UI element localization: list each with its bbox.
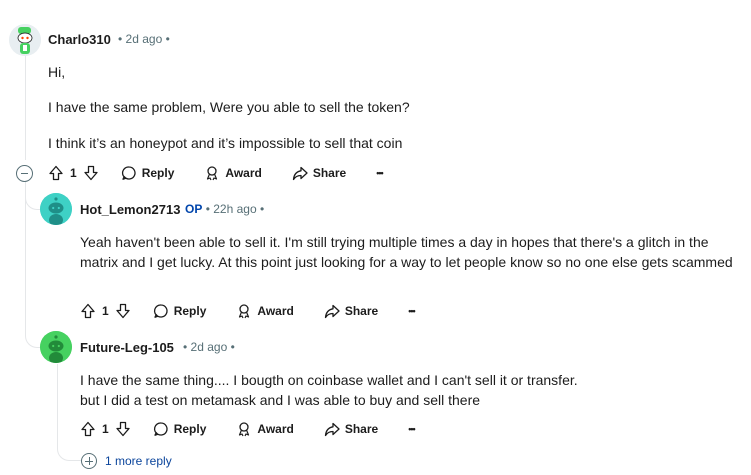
award-icon [207, 166, 218, 181]
comment-meta: OP • 22h ago • [185, 202, 264, 216]
comment-paragraph: Yeah haven't been able to sell it. I'm s… [80, 234, 733, 270]
award-icon [239, 304, 250, 319]
share-label: Share [312, 166, 347, 180]
share-icon [324, 422, 340, 437]
more-options-button[interactable]: ••• [408, 424, 416, 434]
comment-author[interactable]: Charlo310 [48, 32, 111, 47]
comment-icon [153, 304, 168, 318]
vote-count: 1 [102, 422, 109, 436]
snoo-avatar-icon [40, 331, 72, 363]
reply-button[interactable]: Reply [121, 165, 175, 181]
award-button[interactable]: Award [236, 303, 294, 319]
avatar[interactable] [40, 193, 72, 225]
reply-label: Reply [173, 422, 207, 436]
comment-meta: • 2d ago • [118, 32, 170, 46]
award-button[interactable]: Award [204, 165, 262, 181]
downvote-button[interactable] [83, 165, 99, 181]
vote-count: 1 [102, 304, 109, 318]
comment-paragraph: I think it’s an honeypot and it’s imposs… [48, 135, 403, 151]
avatar[interactable] [9, 24, 41, 56]
share-button[interactable]: Share [292, 165, 346, 181]
comment-author[interactable]: Future-Leg-105 [80, 340, 174, 355]
share-button[interactable]: Share [324, 303, 378, 319]
thread-connector [25, 190, 41, 210]
upvote-button[interactable] [80, 303, 96, 319]
award-icon [239, 422, 250, 437]
op-badge: OP [185, 202, 203, 216]
comment-actions: 1 Reply Award Share ••• [80, 299, 416, 323]
upvote-button[interactable] [80, 421, 96, 437]
comment-icon [153, 422, 168, 436]
comment-paragraph: Hi, [48, 64, 66, 80]
comment-paragraph: I have the same problem, Were you able t… [48, 99, 410, 115]
snoo-avatar-icon [40, 193, 72, 225]
share-label: Share [344, 304, 379, 318]
thread-connector [57, 441, 81, 461]
share-button[interactable]: Share [324, 421, 378, 437]
reply-label: Reply [173, 304, 207, 318]
reply-label: Reply [141, 166, 175, 180]
downvote-icon [84, 165, 98, 181]
award-label: Award [257, 422, 294, 436]
more-replies-link[interactable]: 1 more reply [105, 454, 172, 468]
share-icon [292, 166, 308, 181]
upvote-icon [81, 421, 95, 437]
share-label: Share [344, 422, 379, 436]
comment-age[interactable]: 2d ago [126, 32, 163, 46]
separator-dot: • [183, 340, 188, 354]
more-options-button[interactable]: ••• [408, 306, 416, 316]
comment-paragraph: I have the same thing.... I bougth on co… [80, 372, 578, 388]
avatar[interactable] [40, 331, 72, 363]
comment-meta: • 2d ago • [183, 340, 235, 354]
comment-age[interactable]: 2d ago [191, 340, 228, 354]
separator-dot: • [205, 202, 210, 216]
reply-button[interactable]: Reply [153, 303, 207, 319]
downvote-button[interactable] [115, 421, 131, 437]
upvote-icon [81, 303, 95, 319]
thread-line-nested [57, 364, 58, 441]
separator-dot: • [230, 340, 235, 354]
thread-connector [25, 316, 41, 348]
downvote-icon [116, 421, 130, 437]
separator-dot: • [165, 32, 170, 46]
comment-actions: 1 Reply Award Share ••• [80, 417, 416, 441]
comment-actions: 1 Reply Award Share ••• [48, 161, 384, 185]
downvote-button[interactable] [115, 303, 131, 319]
plus-circle-icon[interactable] [81, 453, 97, 469]
downvote-icon [116, 303, 130, 319]
comment-author[interactable]: Hot_Lemon2713 [80, 202, 180, 217]
reply-button[interactable]: Reply [153, 421, 207, 437]
award-button[interactable]: Award [236, 421, 294, 437]
separator-dot: • [118, 32, 123, 46]
more-options-button[interactable]: ••• [376, 168, 384, 178]
upvote-icon [49, 165, 63, 181]
snoo-avatar-icon [9, 24, 41, 56]
comment-paragraph: but I did a test on metamask and I was a… [80, 392, 481, 408]
award-label: Award [257, 304, 294, 318]
minus-circle-icon[interactable] [16, 165, 33, 182]
thread-line-main [25, 56, 26, 160]
share-icon [324, 304, 340, 319]
separator-dot: • [259, 202, 265, 216]
comment-icon [121, 166, 136, 180]
comment-age[interactable]: 22h ago [213, 202, 256, 216]
upvote-button[interactable] [48, 165, 64, 181]
award-label: Award [225, 166, 262, 180]
vote-count: 1 [70, 166, 77, 180]
